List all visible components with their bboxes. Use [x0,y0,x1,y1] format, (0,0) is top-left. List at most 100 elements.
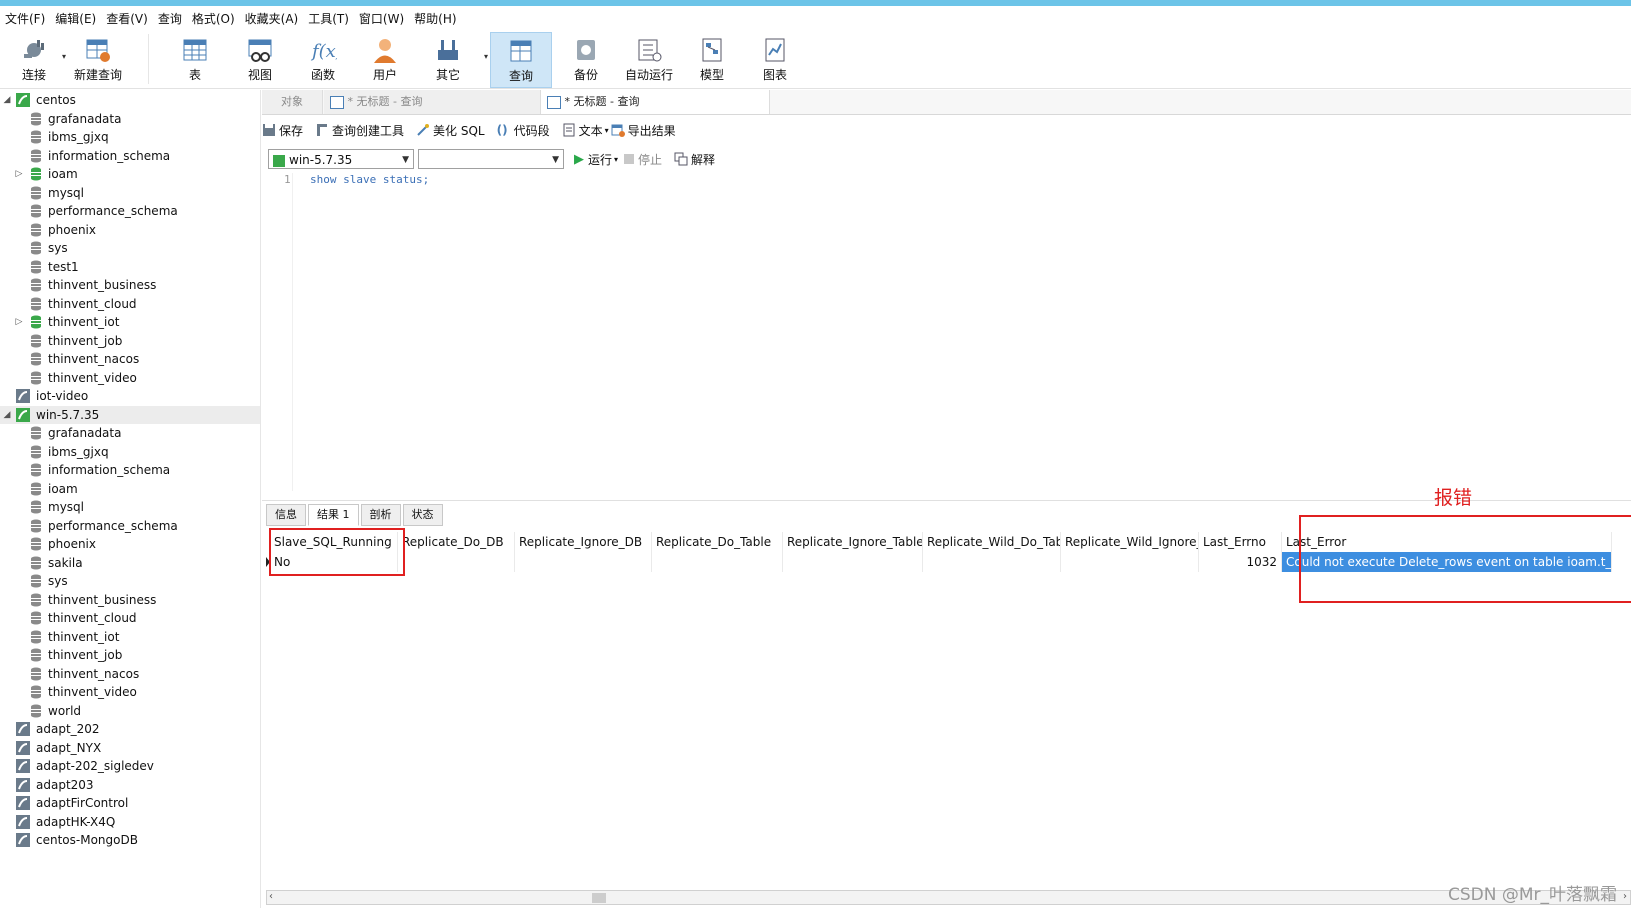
sidebar-item-database[interactable]: ▷ thinvent_iot [0,313,260,331]
column-header[interactable]: Replicate_Do_DB [398,532,515,552]
scroll-left-icon[interactable]: ‹ [269,891,273,902]
explain-button[interactable]: 解释 [674,151,715,168]
chevron-right-icon[interactable]: ▷ [14,313,24,331]
sidebar-item-database[interactable]: mysql [0,498,260,516]
beautify-sql-button[interactable]: 美化 SQL [416,122,485,139]
sidebar-item-connection[interactable]: adapt_NYX [0,739,260,757]
column-header[interactable]: Replicate_Do_Table [652,532,783,552]
column-header[interactable]: Replicate_Ignore_Table [783,532,923,552]
table-button[interactable]: 表 [165,32,225,86]
export-result-button[interactable]: 导出结果 [611,122,676,139]
menu-format[interactable]: 格式(O) [187,8,240,28]
sidebar-item-database[interactable]: thinvent_video [0,369,260,387]
sidebar-item-database[interactable]: thinvent_job [0,332,260,350]
sidebar-item-database[interactable]: grafanadata [0,110,260,128]
sql-editor[interactable]: 1 show slave status; [262,173,1631,491]
chevron-down-icon[interactable]: ▾ [62,52,66,61]
chevron-expanded-icon[interactable]: ◢ [2,406,12,424]
table-cell[interactable] [652,552,783,572]
view-button[interactable]: 视图 [230,32,290,86]
sidebar-item-connection[interactable]: centos-MongoDB [0,831,260,849]
tab-status[interactable]: 状态 [402,504,443,526]
chart-button[interactable]: 图表 [745,32,805,86]
sidebar-item-database[interactable]: information_schema [0,461,260,479]
menu-query[interactable]: 查询 [153,8,187,28]
menu-favorites[interactable]: 收藏夹(A) [240,8,304,28]
sidebar-item-win[interactable]: ◢ win-5.7.35 [0,405,260,424]
sidebar-item-database[interactable]: performance_schema [0,517,260,535]
scrollbar-thumb[interactable] [592,893,606,903]
sidebar-item-connection[interactable]: adapt_202 [0,720,260,738]
sidebar-item-database[interactable]: thinvent_video [0,683,260,701]
sidebar-item-database[interactable]: phoenix [0,221,260,239]
sidebar-item-database[interactable]: sys [0,572,260,590]
chevron-right-icon[interactable]: ▷ [14,165,24,183]
user-button[interactable]: 用户 [355,32,415,86]
sidebar-item-database[interactable]: ibms_gjxq [0,128,260,146]
sidebar-item-database[interactable]: world [0,702,260,720]
tab-result-1[interactable]: 结果 1 [308,504,359,526]
auto-run-button[interactable]: 自动运行 [619,32,679,86]
sql-code[interactable]: show slave status; [310,173,429,186]
tab-info[interactable]: 信息 [266,504,306,526]
sidebar-item-connection[interactable]: adapt-202_sigledev [0,757,260,775]
menu-help[interactable]: 帮助(H) [409,8,461,28]
text-button[interactable]: 文本 ▾ [562,122,609,139]
table-cell[interactable] [923,552,1061,572]
editor-result-splitter[interactable] [262,500,1631,501]
function-button[interactable]: f(x) 函数 [293,32,353,86]
connection-select[interactable]: win-5.7.35 ▼ [268,149,414,169]
sidebar-item-database[interactable]: sys [0,239,260,257]
menu-view[interactable]: 查看(V) [101,8,153,28]
database-select[interactable]: ▼ [418,149,564,169]
sidebar-item-database[interactable]: information_schema [0,147,260,165]
menu-tools[interactable]: 工具(T) [303,8,354,28]
sidebar-item-connection[interactable]: adaptFirControl [0,794,260,812]
table-cell[interactable] [515,552,652,572]
menu-edit[interactable]: 编辑(E) [50,8,101,28]
sidebar-item-connection[interactable]: adapt203 [0,776,260,794]
column-header[interactable]: Replicate_Ignore_DB [515,532,652,552]
new-query-button[interactable]: 新建查询 [68,32,128,86]
sidebar-item-database[interactable]: thinvent_nacos [0,665,260,683]
query-builder-button[interactable]: 查询创建工具 [315,122,404,139]
query-button[interactable]: 查询 [490,32,552,88]
sidebar-item-database[interactable]: thinvent_job [0,646,260,664]
sidebar-item-database[interactable]: thinvent_cloud [0,295,260,313]
column-header[interactable]: Replicate_Wild_Do_Table [923,532,1061,552]
table-cell[interactable] [398,552,515,572]
model-button[interactable]: 模型 [682,32,742,86]
sidebar-item-database[interactable]: thinvent_business [0,591,260,609]
sidebar-item-database[interactable]: thinvent_nacos [0,350,260,368]
sidebar-item-connection[interactable]: adaptHK-X4Q [0,813,260,831]
sidebar-item-database[interactable]: sakila [0,554,260,572]
tab-profile[interactable]: 剖析 [360,504,401,526]
backup-button[interactable]: 备份 [556,32,616,86]
sidebar-item-database[interactable]: test1 [0,258,260,276]
sidebar-item-centos[interactable]: ◢ centos [0,91,260,109]
table-cell[interactable] [1061,552,1199,572]
tab-untitled-query-2[interactable]: * 无标题 - 查询 [540,90,770,114]
menu-file[interactable]: 文件(F) [0,8,50,28]
sidebar-item-iot-video[interactable]: iot-video [0,387,260,405]
sidebar-item-database[interactable]: performance_schema [0,202,260,220]
menu-window[interactable]: 窗口(W) [354,8,409,28]
table-cell[interactable]: 1032 [1199,552,1282,572]
sidebar-item-database[interactable]: thinvent_cloud [0,609,260,627]
sidebar-item-database[interactable]: thinvent_iot [0,628,260,646]
column-header[interactable]: Replicate_Wild_Ignore_Ta [1061,532,1199,552]
chevron-down-icon[interactable]: ▾ [484,52,488,61]
sidebar-item-database[interactable]: ▷ ioam [0,165,260,183]
connect-button[interactable]: 连接 [4,32,64,86]
code-snippet-button[interactable]: () 代码段 [497,122,550,139]
horizontal-scrollbar[interactable]: ‹ › [266,890,1631,905]
table-cell[interactable] [783,552,923,572]
sidebar-item-database[interactable]: thinvent_business [0,276,260,294]
scroll-right-icon[interactable]: › [1623,891,1627,902]
other-button[interactable]: 其它 [418,32,478,86]
sidebar-item-database[interactable]: grafanadata [0,424,260,442]
column-header[interactable]: Last_Errno [1199,532,1282,552]
stop-button[interactable]: 停止 [624,151,662,168]
save-button[interactable]: 保存 [262,122,303,139]
tab-objects[interactable]: 对象 [262,90,323,114]
